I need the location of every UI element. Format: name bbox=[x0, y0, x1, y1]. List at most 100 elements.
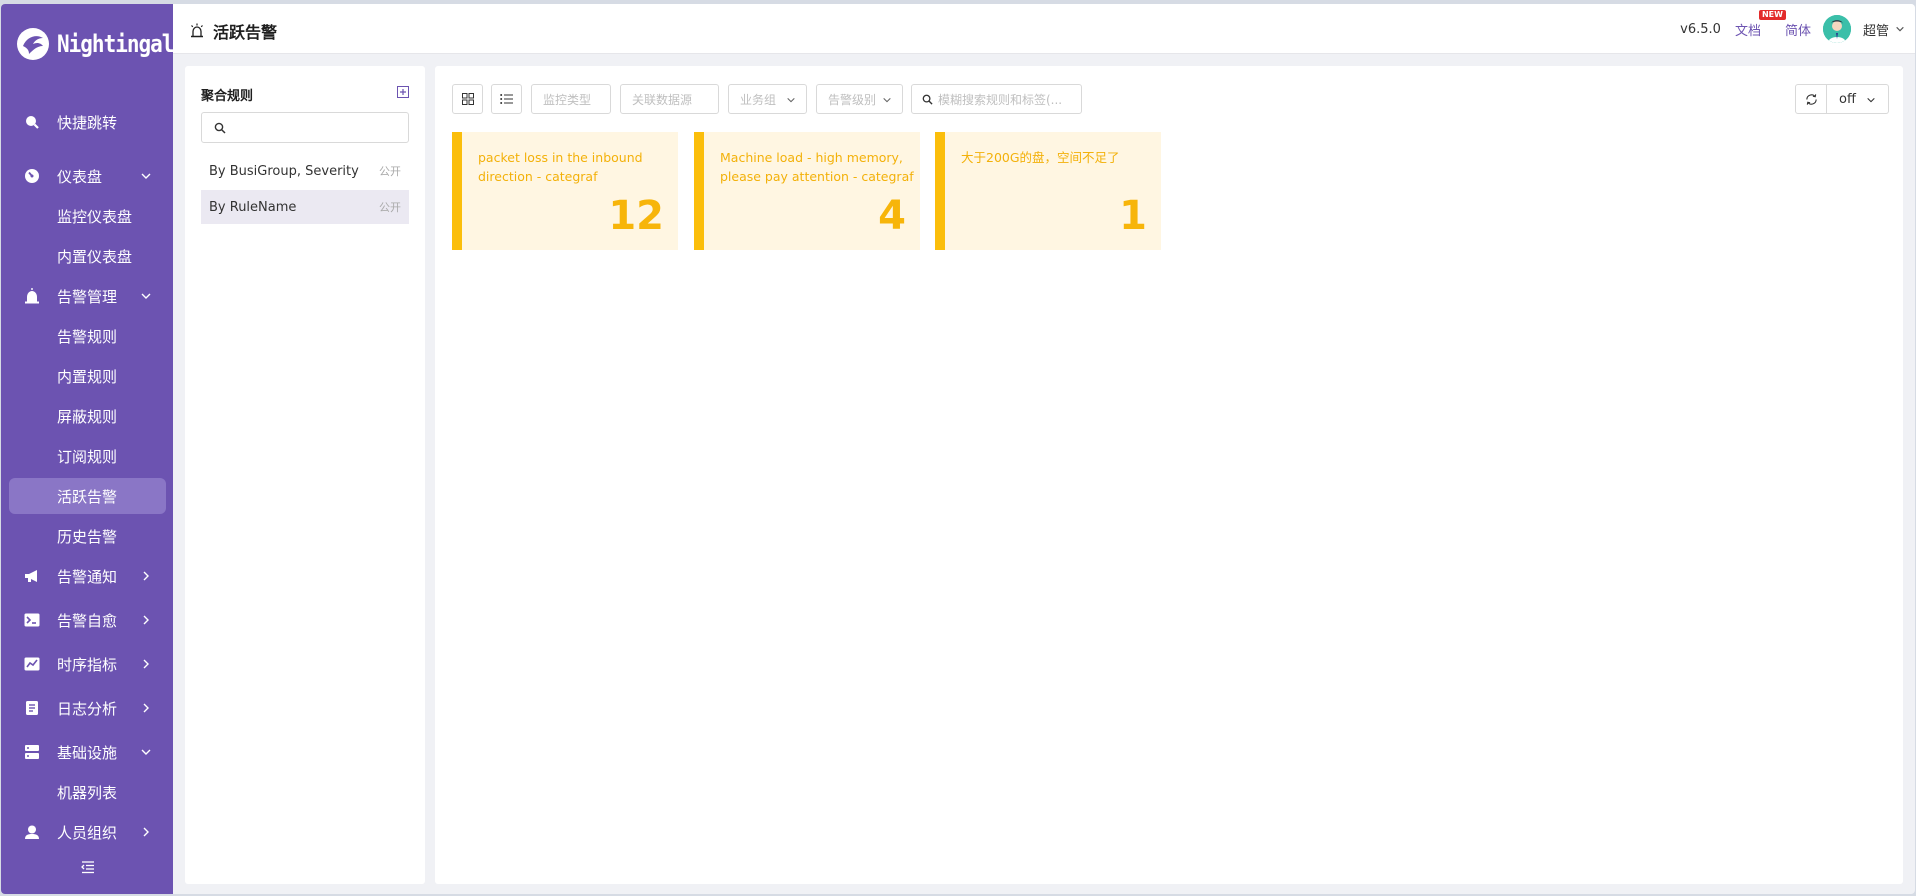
chevron-down-icon[interactable] bbox=[1895, 24, 1905, 34]
alert-rule-name: 大于200G的盘，空间不足了 bbox=[961, 150, 1120, 165]
aggregation-rules-panel: 聚合规则 By BusiGroup, Severity 公开 By RuleNa… bbox=[185, 66, 425, 884]
page-title-text: 活跃告警 bbox=[213, 23, 278, 42]
refresh-button[interactable] bbox=[1795, 84, 1827, 114]
sidebar-subitem-subscribe-rules[interactable]: 订阅规则 bbox=[9, 438, 166, 474]
busi-group-placeholder: 业务组 bbox=[740, 92, 777, 107]
chevron-down-icon bbox=[883, 97, 891, 103]
alert-count: 4 bbox=[878, 193, 906, 239]
alert-rule-name: packet loss in the inbound direction - c… bbox=[478, 150, 643, 184]
logo[interactable]: Nightingale bbox=[15, 26, 186, 62]
nightingale-bird-icon bbox=[17, 28, 49, 60]
terminal-icon bbox=[24, 613, 40, 627]
collapse-menu-icon[interactable] bbox=[80, 859, 96, 875]
refresh-control: off bbox=[1795, 84, 1889, 114]
alarm-icon bbox=[25, 288, 39, 304]
active-alerts-main: 监控类型 关联数据源 业务组 告警级别 模糊搜索规则和标签(... off pa… bbox=[435, 66, 1903, 884]
logo-text: Nightingale bbox=[57, 30, 186, 58]
card-view-button[interactable] bbox=[452, 84, 483, 114]
docs-label: 文档 bbox=[1734, 23, 1761, 39]
add-rule-icon[interactable] bbox=[397, 86, 409, 98]
chevron-down-icon bbox=[787, 97, 795, 103]
alert-count: 1 bbox=[1119, 193, 1147, 239]
sidebar-item-infrastructure[interactable]: 基础设施 bbox=[9, 734, 166, 770]
sidebar-subitem-monitor-dashboard[interactable]: 监控仪表盘 bbox=[9, 198, 166, 234]
refresh-interval-value: off bbox=[1839, 91, 1856, 107]
sidebar-item-label: 日志分析 bbox=[57, 699, 118, 718]
alert-rule-name: Machine load - high memory, please pay a… bbox=[720, 150, 914, 184]
grid-icon bbox=[461, 93, 474, 105]
avatar[interactable] bbox=[1822, 15, 1851, 43]
alert-card[interactable]: packet loss in the inbound direction - c… bbox=[452, 132, 678, 250]
list-view-button[interactable] bbox=[491, 84, 522, 114]
sidebar-subitem-machine-list[interactable]: 机器列表 bbox=[9, 774, 166, 810]
alert-card[interactable]: 大于200G的盘，空间不足了 1 bbox=[935, 132, 1161, 250]
chevron-right-icon bbox=[143, 703, 149, 713]
alert-card[interactable]: Machine load - high memory, please pay a… bbox=[694, 132, 920, 250]
fuzzy-search-input[interactable]: 模糊搜索规则和标签(... bbox=[911, 84, 1082, 114]
search-icon bbox=[26, 116, 39, 129]
topbar-right: v6.5.0 文档 NEW 简体 超管 bbox=[1680, 4, 1905, 54]
sidebar-subitem-active-alerts[interactable]: 活跃告警 bbox=[9, 478, 166, 514]
avatar-image bbox=[1822, 15, 1851, 43]
sidebar-item-label: 告警自愈 bbox=[57, 611, 118, 630]
rule-name: By RuleName bbox=[209, 199, 297, 215]
datasource-select[interactable]: 关联数据源 bbox=[620, 84, 719, 114]
search-icon bbox=[214, 122, 226, 134]
page-title: 活跃告警 bbox=[189, 19, 277, 43]
docs-link[interactable]: 文档 NEW bbox=[1734, 9, 1786, 39]
sidebar-subitem-builtin-dashboard[interactable]: 内置仪表盘 bbox=[9, 238, 166, 274]
language-switch[interactable]: 简体 bbox=[1785, 20, 1811, 39]
sidebar-item-people-org[interactable]: 人员组织 bbox=[9, 814, 166, 850]
username[interactable]: 超管 bbox=[1863, 20, 1889, 39]
list-icon bbox=[500, 94, 513, 104]
chevron-right-icon bbox=[143, 571, 149, 581]
sidebar-item-quick-jump[interactable]: 快捷跳转 bbox=[9, 104, 166, 140]
severity-select[interactable]: 告警级别 bbox=[816, 84, 903, 114]
rule-visibility-tag: 公开 bbox=[379, 201, 401, 214]
rule-visibility-tag: 公开 bbox=[379, 165, 401, 178]
rule-item-rulename[interactable]: By RuleName 公开 bbox=[201, 190, 409, 224]
sidebar-item-label: 仪表盘 bbox=[57, 167, 103, 186]
user-icon bbox=[25, 825, 39, 839]
log-icon bbox=[26, 701, 38, 715]
rule-search-input[interactable] bbox=[201, 112, 409, 143]
sidebar: Nightingale 快捷跳转 仪表盘 监控仪表盘 内置仪表盘 告警管理 告警… bbox=[1, 4, 186, 894]
sidebar-item-log-analysis[interactable]: 日志分析 bbox=[9, 690, 166, 726]
sidebar-item-alert-notify[interactable]: 告警通知 bbox=[9, 558, 166, 594]
refresh-icon bbox=[1805, 93, 1817, 105]
chevron-right-icon bbox=[143, 615, 149, 625]
sidebar-subitem-history-alerts[interactable]: 历史告警 bbox=[9, 518, 166, 554]
sidebar-subitem-alert-rules[interactable]: 告警规则 bbox=[9, 318, 166, 354]
sidebar-item-label: 时序指标 bbox=[57, 655, 118, 674]
sidebar-item-dashboard[interactable]: 仪表盘 bbox=[9, 158, 166, 194]
chart-icon bbox=[24, 657, 40, 671]
chevron-down-icon bbox=[141, 173, 151, 179]
panel-title: 聚合规则 bbox=[201, 89, 254, 104]
busi-group-select[interactable]: 业务组 bbox=[728, 84, 807, 114]
server-icon bbox=[25, 745, 39, 759]
sidebar-item-label: 基础设施 bbox=[57, 743, 118, 762]
chevron-down-icon bbox=[1867, 97, 1875, 103]
search-icon bbox=[922, 94, 933, 105]
chevron-down-icon bbox=[141, 749, 151, 755]
dashboard-icon bbox=[25, 169, 39, 183]
sidebar-item-label: 快捷跳转 bbox=[57, 113, 118, 132]
sidebar-item-label: 告警管理 bbox=[57, 287, 118, 306]
monitor-type-select[interactable]: 监控类型 bbox=[531, 84, 611, 114]
app-window: Nightingale 快捷跳转 仪表盘 监控仪表盘 内置仪表盘 告警管理 告警… bbox=[1, 4, 1915, 894]
refresh-interval-select[interactable]: off bbox=[1827, 84, 1889, 114]
chevron-right-icon bbox=[143, 659, 149, 669]
rule-name: By BusiGroup, Severity bbox=[209, 163, 359, 179]
chevron-right-icon bbox=[143, 827, 149, 837]
chevron-down-icon bbox=[141, 293, 151, 299]
sidebar-subitem-mute-rules[interactable]: 屏蔽规则 bbox=[9, 398, 166, 434]
search-placeholder: 模糊搜索规则和标签(... bbox=[938, 92, 1063, 107]
rule-item-busigroup-severity[interactable]: By BusiGroup, Severity 公开 bbox=[201, 154, 409, 188]
sidebar-item-alert-management[interactable]: 告警管理 bbox=[9, 278, 166, 314]
sidebar-item-label: 人员组织 bbox=[57, 823, 118, 842]
alarm-icon bbox=[191, 23, 203, 38]
severity-placeholder: 告警级别 bbox=[828, 92, 877, 107]
sidebar-item-self-healing[interactable]: 告警自愈 bbox=[9, 602, 166, 638]
sidebar-subitem-builtin-rules[interactable]: 内置规则 bbox=[9, 358, 166, 394]
sidebar-item-metrics[interactable]: 时序指标 bbox=[9, 646, 166, 682]
